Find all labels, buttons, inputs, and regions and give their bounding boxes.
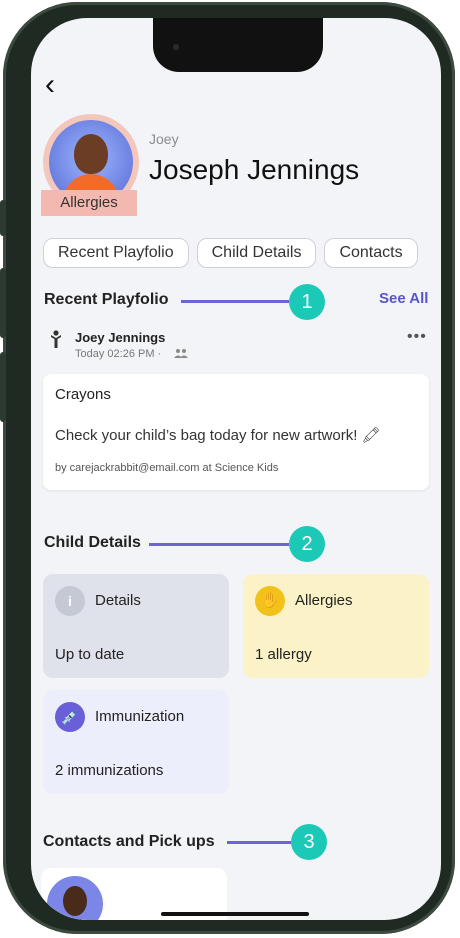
tab-child-details[interactable]: Child Details — [196, 238, 317, 268]
details-tile-label: Details — [95, 592, 141, 609]
callout-line-3 — [227, 841, 291, 844]
immunization-tile-value: 2 immunizations — [55, 762, 164, 779]
immunization-tile-label: Immunization — [95, 708, 185, 725]
allergies-tile[interactable]: ✋ Allergies 1 allergy — [243, 574, 429, 678]
phone-side-button — [0, 200, 6, 236]
syringe-icon: 💉 — [55, 702, 85, 732]
see-all-link[interactable]: See All — [379, 290, 428, 307]
camera-dot — [173, 44, 179, 50]
contact-photo-face — [63, 886, 87, 916]
child-nickname: Joey — [149, 131, 179, 147]
details-tile[interactable]: i Details Up to date — [43, 574, 229, 678]
phone-volume-up — [0, 268, 6, 338]
contact-avatar — [47, 876, 103, 920]
child-photo-face — [74, 134, 108, 174]
person-icon — [51, 330, 61, 348]
tab-recent-playfolio[interactable]: Recent Playfolio — [43, 238, 189, 268]
callout-line-1 — [181, 300, 289, 303]
recent-playfolio-title: Recent Playfolio — [44, 291, 169, 308]
callout-line-2 — [149, 543, 289, 546]
post-body: Check your child’s bag today for new art… — [55, 427, 381, 444]
post-title: Crayons — [55, 386, 111, 403]
details-tile-value: Up to date — [55, 646, 125, 663]
group-icon — [174, 349, 188, 358]
app-screen: ‹ Allergies Joey Joseph Jennings Recent … — [31, 18, 441, 920]
phone-volume-down — [0, 352, 6, 422]
allergies-tile-value: 1 allergy — [255, 646, 312, 663]
allergies-tile-label: Allergies — [295, 592, 353, 609]
contacts-title: Contacts and Pick ups — [43, 833, 215, 850]
post-author: Joey Jennings — [75, 330, 166, 345]
child-details-title: Child Details — [44, 534, 141, 551]
immunization-tile[interactable]: 💉 Immunization 2 immunizations — [43, 690, 229, 794]
callout-badge-1: 1 — [289, 284, 325, 320]
child-full-name: Joseph Jennings — [149, 154, 360, 185]
more-options-icon[interactable]: ••• — [407, 328, 427, 346]
section-tabs: Recent Playfolio Child Details Contacts — [43, 238, 418, 268]
hand-icon: ✋ — [255, 586, 285, 616]
callout-badge-3: 3 — [291, 824, 327, 860]
tab-contacts[interactable]: Contacts — [324, 238, 418, 268]
phone-notch — [153, 18, 323, 72]
post-timestamp: Today 02:26 PM · — [75, 348, 162, 360]
home-indicator[interactable] — [161, 912, 309, 916]
callout-badge-2: 2 — [289, 526, 325, 562]
info-icon: i — [55, 586, 85, 616]
playfolio-post-card[interactable]: Crayons Check your child’s bag today for… — [43, 374, 429, 490]
allergies-badge[interactable]: Allergies — [41, 190, 137, 216]
back-icon[interactable]: ‹ — [45, 70, 55, 100]
post-footer: by carejackrabbit@email.com at Science K… — [55, 462, 279, 474]
